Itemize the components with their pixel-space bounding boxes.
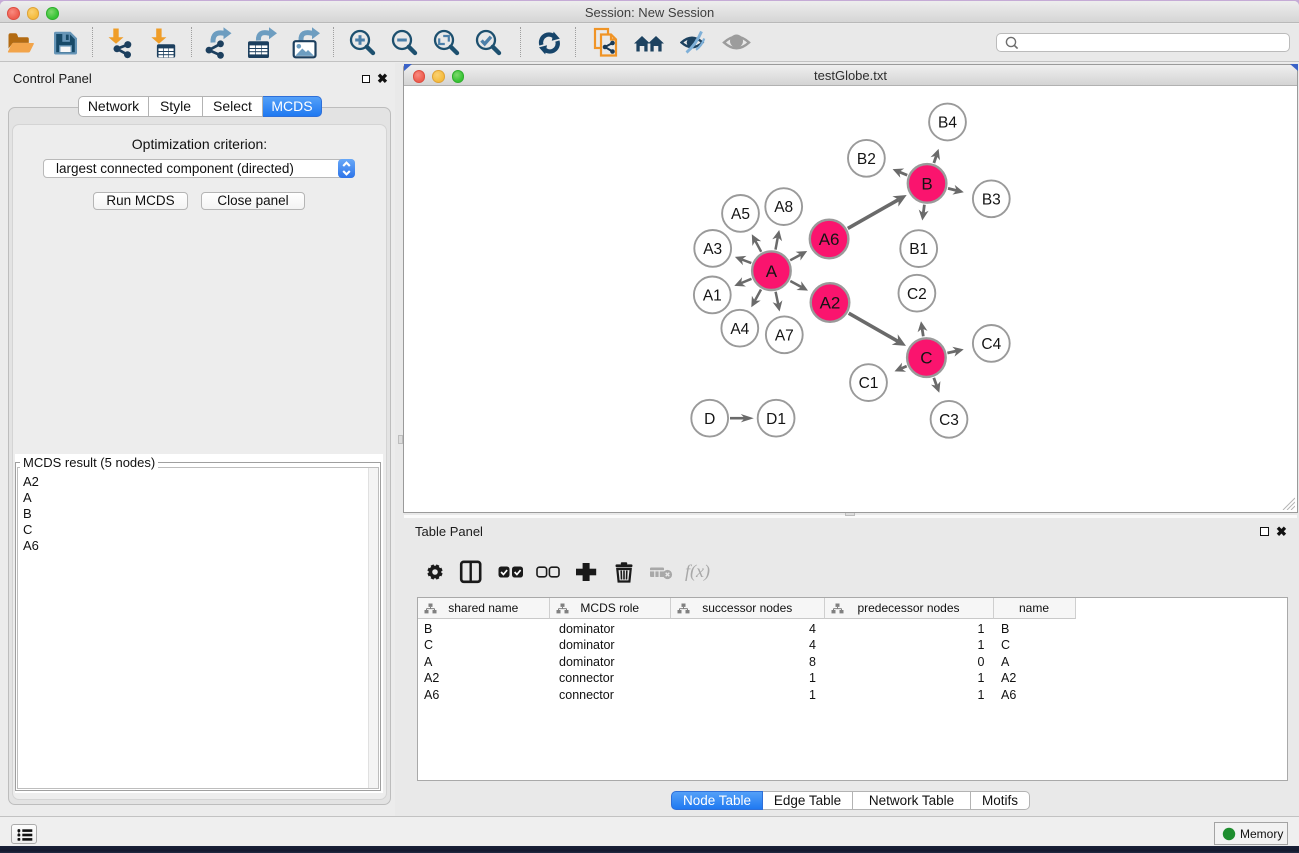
svg-text:A2: A2 (820, 293, 841, 312)
svg-text:D1: D1 (766, 410, 786, 427)
svg-text:A8: A8 (774, 199, 793, 216)
svg-text:B1: B1 (909, 241, 928, 258)
svg-text:A7: A7 (775, 327, 794, 344)
svg-text:B3: B3 (982, 191, 1001, 208)
svg-text:D: D (704, 410, 715, 427)
svg-text:B4: B4 (938, 114, 957, 131)
svg-text:A6: A6 (819, 230, 840, 249)
svg-text:C2: C2 (907, 285, 927, 302)
svg-text:A4: A4 (730, 320, 749, 337)
svg-text:A3: A3 (703, 241, 722, 258)
svg-text:A1: A1 (703, 287, 722, 304)
svg-text:C: C (920, 348, 932, 367)
svg-text:A5: A5 (731, 206, 750, 223)
svg-text:C1: C1 (859, 375, 879, 392)
svg-text:A: A (766, 261, 778, 280)
svg-text:B: B (921, 174, 932, 193)
svg-text:C3: C3 (939, 411, 959, 428)
svg-text:B2: B2 (857, 150, 876, 167)
svg-text:C4: C4 (981, 336, 1001, 353)
